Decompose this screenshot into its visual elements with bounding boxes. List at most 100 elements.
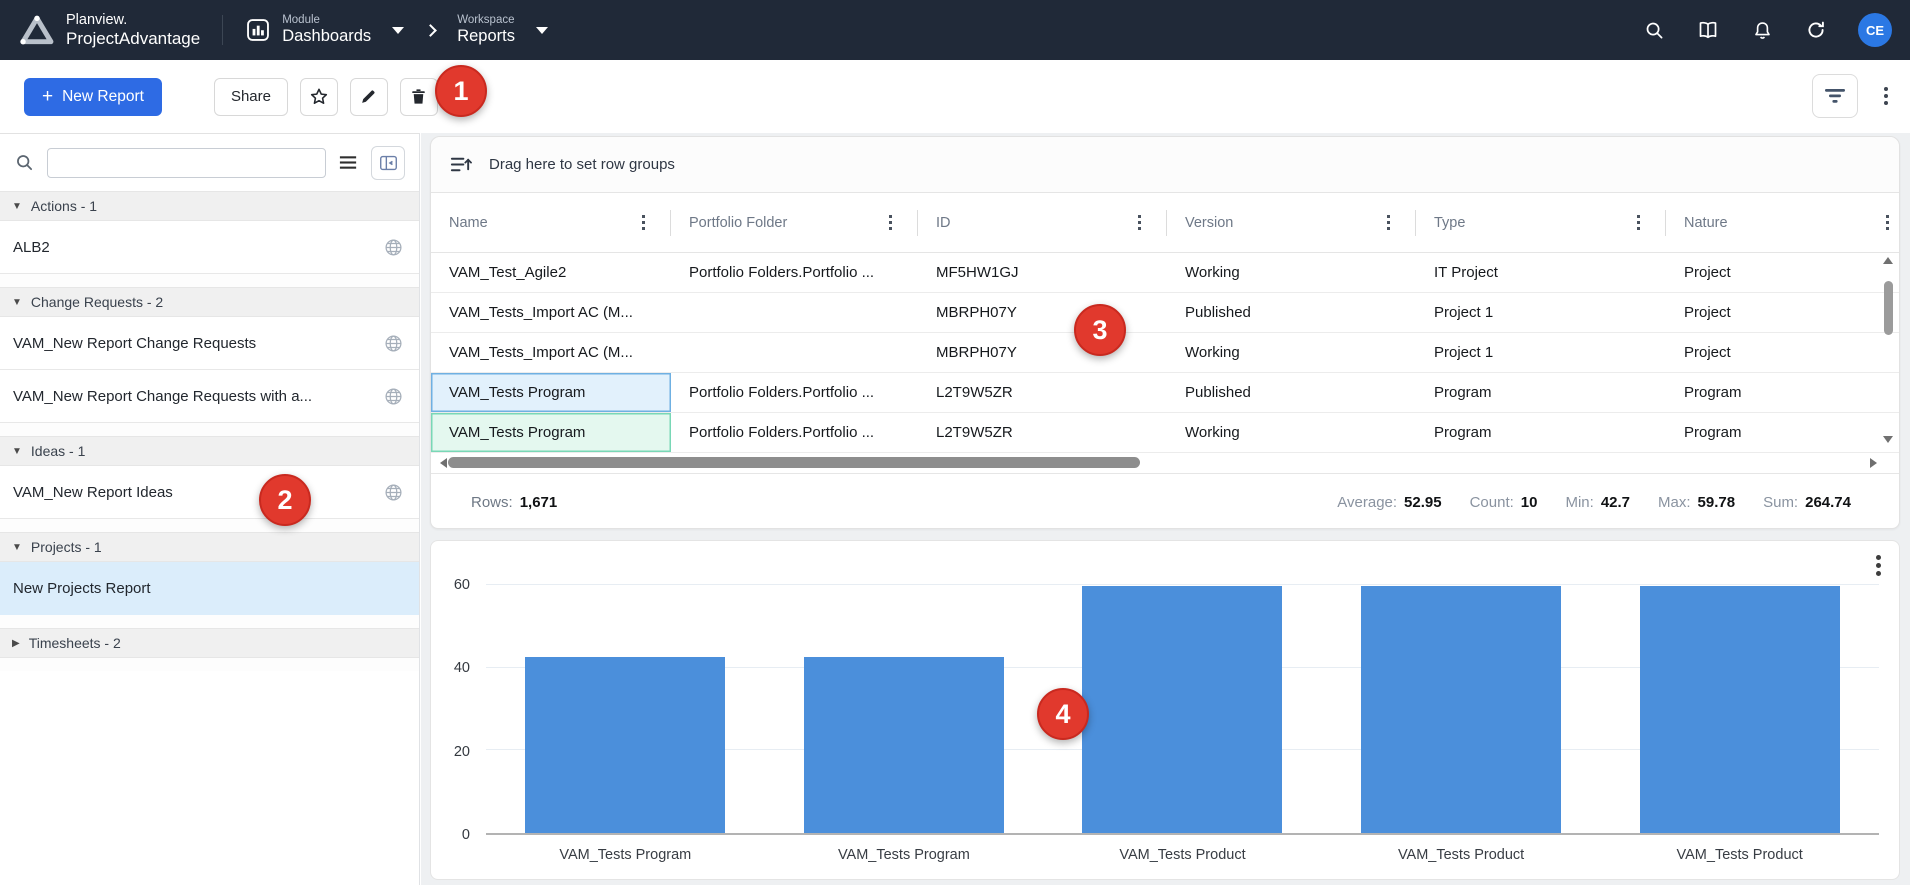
scroll-up-icon[interactable]: [1883, 257, 1893, 264]
horizontal-scrollbar[interactable]: [431, 453, 1899, 473]
pencil-icon: [359, 87, 378, 106]
brand-logo[interactable]: Planview. ProjectAdvantage: [18, 11, 200, 49]
module-dashboards-menu[interactable]: Module Dashboards: [245, 14, 404, 46]
table-cell[interactable]: IT Project: [1416, 253, 1666, 292]
chart-menu-kebab-icon[interactable]: [1876, 563, 1881, 568]
column-header-type[interactable]: Type: [1416, 193, 1666, 252]
row-group-dropzone[interactable]: Drag here to set row groups: [431, 137, 1899, 193]
column-header-portfolio-folder[interactable]: Portfolio Folder: [671, 193, 918, 252]
table-cell[interactable]: [671, 293, 918, 332]
sidebar-section-header[interactable]: ▼Change Requests - 2: [0, 287, 419, 317]
table-cell[interactable]: Program: [1416, 413, 1666, 452]
book-icon[interactable]: [1696, 18, 1720, 42]
workspace-reports-menu[interactable]: Workspace Reports: [457, 14, 548, 46]
sidebar-search-input[interactable]: [47, 148, 326, 178]
sidebar-section-header[interactable]: ▼Ideas - 1: [0, 436, 419, 466]
column-menu-kebab-icon[interactable]: [1637, 221, 1641, 225]
chevron-down-icon[interactable]: [536, 27, 548, 34]
table-cell[interactable]: Project: [1666, 333, 1899, 372]
table-cell[interactable]: Program: [1666, 413, 1899, 452]
stat-average: Average:52.95: [1337, 494, 1441, 511]
table-cell[interactable]: [671, 333, 918, 372]
vertical-scrollbar[interactable]: [1881, 255, 1896, 455]
table-cell[interactable]: VAM_Tests Program: [431, 373, 671, 412]
table-cell[interactable]: Program: [1416, 373, 1666, 412]
sidebar-item[interactable]: VAM_New Report Change Requests: [0, 317, 419, 370]
chevron-down-icon: ▼: [12, 542, 22, 553]
sidebar-item[interactable]: VAM_New Report Ideas: [0, 466, 419, 519]
sidebar-item[interactable]: VAM_New Report Change Requests with a...: [0, 370, 419, 423]
new-report-button[interactable]: + New Report: [24, 78, 162, 116]
table-cell[interactable]: VAM_Test_Agile2: [431, 253, 671, 292]
search-icon[interactable]: [1642, 18, 1666, 42]
table-cell[interactable]: Published: [1167, 293, 1416, 332]
vertical-scroll-thumb[interactable]: [1884, 281, 1893, 335]
table-cell[interactable]: VAM_Tests_Import AC (M...: [431, 333, 671, 372]
table-cell[interactable]: Published: [1167, 373, 1416, 412]
table-row[interactable]: VAM_Tests_Import AC (M... MBRPH07YPublish…: [431, 293, 1899, 333]
table-cell[interactable]: VAM_Tests_Import AC (M...: [431, 293, 671, 332]
filter-icon: [1823, 85, 1847, 107]
scroll-right-icon[interactable]: [1870, 458, 1877, 468]
column-header-label: Portfolio Folder: [689, 215, 787, 231]
table-cell[interactable]: Working: [1167, 413, 1416, 452]
table-row[interactable]: VAM_Tests_Import AC (M... MBRPH07YWorking…: [431, 333, 1899, 373]
collapse-panel-button[interactable]: [371, 146, 405, 180]
workspace-eyebrow: Workspace: [457, 14, 515, 27]
column-menu-kebab-icon[interactable]: [1886, 221, 1890, 225]
scroll-left-icon[interactable]: [440, 458, 447, 468]
column-header-id[interactable]: ID: [918, 193, 1167, 252]
share-button[interactable]: Share: [214, 78, 288, 116]
table-cell[interactable]: Portfolio Folders.Portfolio ...: [671, 413, 918, 452]
menu-icon[interactable]: [338, 152, 359, 173]
user-avatar[interactable]: CE: [1858, 13, 1892, 47]
table-cell[interactable]: MF5HW1GJ: [918, 253, 1167, 292]
chart-plot-area: [486, 585, 1879, 835]
horizontal-scroll-thumb[interactable]: [448, 457, 1140, 468]
report-grid-panel: Drag here to set row groups NamePortfoli…: [430, 136, 1900, 529]
favorite-button[interactable]: [300, 78, 338, 116]
table-cell[interactable]: Project: [1666, 293, 1899, 332]
column-header-version[interactable]: Version: [1167, 193, 1416, 252]
table-cell[interactable]: Project 1: [1416, 293, 1666, 332]
table-cell[interactable]: L2T9W5ZR: [918, 373, 1167, 412]
table-cell[interactable]: Project 1: [1416, 333, 1666, 372]
column-header-name[interactable]: Name: [431, 193, 671, 252]
sidebar-section-header[interactable]: ▼Actions - 1: [0, 191, 419, 221]
table-row[interactable]: VAM_Tests ProgramPortfolio Folders.Portf…: [431, 413, 1899, 453]
table-cell[interactable]: Portfolio Folders.Portfolio ...: [671, 253, 918, 292]
sidebar-section-header[interactable]: ▶Timesheets - 2: [0, 628, 419, 658]
sidebar-section-header[interactable]: ▼Projects - 1: [0, 532, 419, 562]
table-cell[interactable]: MBRPH07Y: [918, 333, 1167, 372]
table-cell[interactable]: Project: [1666, 253, 1899, 292]
column-header-nature[interactable]: Nature: [1666, 193, 1899, 252]
table-row[interactable]: VAM_Test_Agile2Portfolio Folders.Portfol…: [431, 253, 1899, 293]
row-group-hint-text: Drag here to set row groups: [489, 156, 675, 173]
column-menu-kebab-icon[interactable]: [642, 221, 646, 225]
table-cell[interactable]: VAM_Tests Program: [431, 413, 671, 452]
column-menu-kebab-icon[interactable]: [1138, 221, 1142, 225]
table-cell[interactable]: L2T9W5ZR: [918, 413, 1167, 452]
delete-button[interactable]: [400, 78, 438, 116]
bar-slot: [1600, 585, 1879, 833]
bell-icon[interactable]: [1750, 18, 1774, 42]
edit-button[interactable]: [350, 78, 388, 116]
chevron-down-icon[interactable]: [392, 27, 404, 34]
table-cell[interactable]: Working: [1167, 333, 1416, 372]
toolbar-kebab-icon[interactable]: [1884, 94, 1888, 98]
sidebar-section-label: Ideas - 1: [31, 443, 85, 459]
sidebar-item[interactable]: New Projects Report: [0, 562, 419, 615]
table-row[interactable]: VAM_Tests ProgramPortfolio Folders.Portf…: [431, 373, 1899, 413]
x-category-label: VAM_Tests Product: [1600, 847, 1879, 863]
table-cell[interactable]: Working: [1167, 253, 1416, 292]
table-cell[interactable]: Program: [1666, 373, 1899, 412]
table-cell[interactable]: Portfolio Folders.Portfolio ...: [671, 373, 918, 412]
sidebar-item[interactable]: ALB2: [0, 221, 419, 274]
column-menu-kebab-icon[interactable]: [1387, 221, 1391, 225]
table-cell[interactable]: MBRPH07Y: [918, 293, 1167, 332]
refresh-icon[interactable]: [1804, 18, 1828, 42]
sidebar-item-label: New Projects Report: [13, 580, 151, 597]
column-menu-kebab-icon[interactable]: [889, 221, 893, 225]
filter-button[interactable]: [1812, 74, 1858, 118]
scroll-down-icon[interactable]: [1883, 436, 1893, 443]
